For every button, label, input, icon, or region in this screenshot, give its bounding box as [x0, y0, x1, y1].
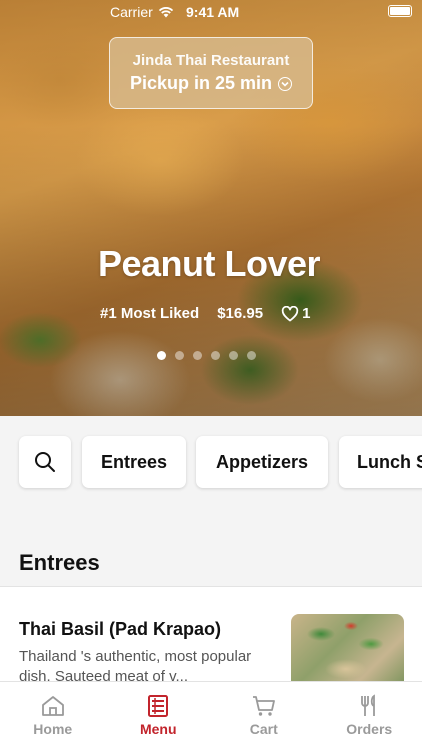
heart-icon — [281, 305, 299, 321]
tab-label: Orders — [346, 721, 393, 737]
like-count: 1 — [302, 305, 311, 322]
tab-home[interactable]: Home — [0, 682, 106, 750]
tab-label: Cart — [249, 721, 278, 737]
category-chip-appetizers[interactable]: Appetizers — [196, 436, 328, 488]
carousel-dot[interactable] — [211, 351, 220, 360]
featured-item-title: Peanut Lover — [98, 243, 321, 284]
like-button[interactable]: 1 — [281, 305, 310, 322]
tab-bar: Home Menu Cart Orders — [0, 681, 422, 750]
tab-cart[interactable]: Cart — [211, 682, 317, 750]
search-button[interactable] — [19, 436, 71, 488]
carrier-indicator: Carrier — [110, 4, 174, 20]
carousel-dot[interactable] — [193, 351, 202, 360]
tab-label: Home — [33, 721, 73, 737]
tab-label: Menu — [139, 721, 177, 737]
pickup-time-row: Pickup in 25 min — [110, 73, 312, 94]
battery-icon — [388, 5, 412, 17]
restaurant-name: Jinda Thai Restaurant — [132, 52, 290, 69]
featured-item-meta: #1 Most Liked $16.95 1 — [100, 305, 310, 322]
section-title: Entrees — [19, 550, 100, 575]
status-bar: Carrier 9:41 AM — [0, 0, 422, 24]
home-icon — [41, 696, 64, 716]
category-bar: Entrees Appetizers Lunch S — [0, 416, 422, 510]
popularity-badge: #1 Most Liked — [100, 305, 200, 322]
clock: 9:41 AM — [186, 4, 240, 20]
app-screen: Carrier 9:41 AM Jinda Thai Restaurant Pi… — [0, 0, 422, 750]
carousel-dot[interactable] — [247, 351, 256, 360]
carousel-dot[interactable] — [157, 351, 166, 360]
wifi-icon — [158, 7, 173, 18]
search-icon — [35, 452, 55, 472]
carousel-dot[interactable] — [175, 351, 184, 360]
carrier-label: Carrier — [110, 4, 153, 20]
tab-orders[interactable]: Orders — [317, 682, 422, 750]
featured-price: $16.95 — [217, 305, 264, 322]
category-chip-lunch[interactable]: Lunch S — [339, 436, 422, 488]
menu-item-card[interactable]: Thai Basil (Pad Krapao) Thailand 's auth… — [0, 587, 422, 694]
chevron-down-icon — [278, 76, 293, 91]
pickup-selector[interactable]: Jinda Thai Restaurant Pickup in 25 min — [109, 37, 313, 109]
menu-icon — [148, 695, 169, 717]
tab-menu[interactable]: Menu — [106, 682, 212, 750]
category-chip-entrees[interactable]: Entrees — [82, 436, 186, 488]
carousel-dot[interactable] — [229, 351, 238, 360]
cart-icon — [252, 696, 275, 716]
utensils-icon — [361, 694, 376, 716]
carousel-indicator[interactable] — [157, 351, 256, 360]
pickup-time-label: Pickup in 25 min — [129, 73, 273, 93]
menu-item-name: Thai Basil (Pad Krapao) — [19, 619, 222, 639]
